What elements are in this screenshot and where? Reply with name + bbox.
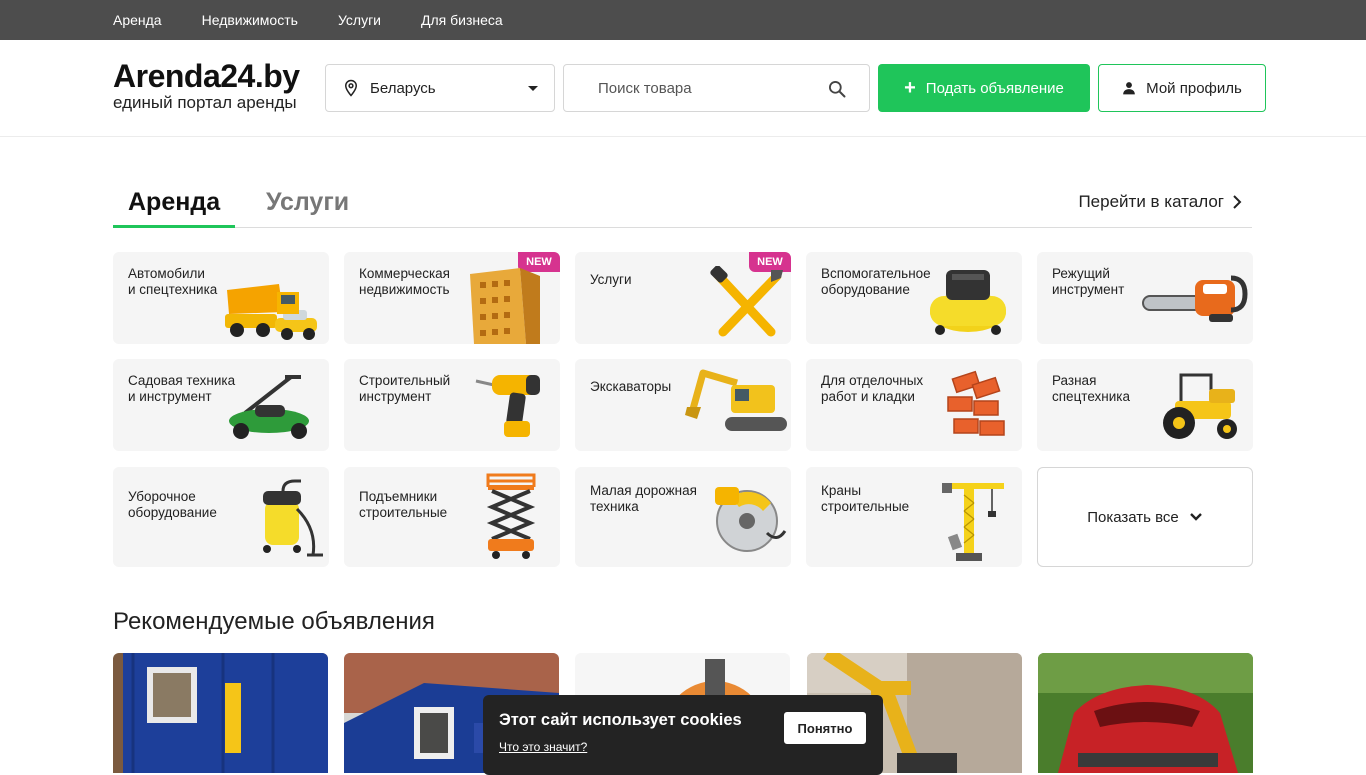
scissor-lift-icon: [486, 473, 536, 559]
category-card-vehicles[interactable]: Автомобили и спецтехника: [113, 252, 329, 344]
category-label: Строительный инструмент: [359, 373, 451, 404]
category-card-cleaning-equipment[interactable]: Уборочное оборудование: [113, 467, 329, 567]
category-label: Разная спецтехника: [1052, 373, 1131, 404]
lawn-mower-icon: [229, 375, 309, 439]
catalog-link-label: Перейти в каталог: [1078, 192, 1224, 211]
listing-card[interactable]: [1038, 653, 1253, 773]
category-card-construction-tools[interactable]: Строительный инструмент: [344, 359, 560, 451]
catalog-link[interactable]: Перейти в каталог: [1078, 192, 1242, 212]
category-tabs: Аренда Услуги Перейти в каталог: [113, 180, 1252, 228]
search-icon[interactable]: [827, 79, 847, 99]
topnav-link-rent[interactable]: Аренда: [113, 12, 162, 28]
category-label: Услуги: [590, 272, 632, 287]
category-card-garden-equipment[interactable]: Садовая техника и инструмент: [113, 359, 329, 451]
road-saw-icon: [715, 487, 787, 552]
category-card-construction-cranes[interactable]: Краны строительные: [806, 467, 1022, 567]
building-icon: [470, 268, 540, 344]
category-label: Для отделочных работ и кладки: [821, 373, 924, 404]
category-label: Подъемники строительные: [359, 489, 448, 520]
tab-rent[interactable]: Аренда: [113, 180, 236, 228]
cookie-text: Этот сайт использует cookies: [499, 711, 742, 729]
hammer-wrench-icon: [710, 266, 783, 337]
excavator-icon: [685, 369, 787, 431]
site-logo[interactable]: Arenda24.by единый портал аренды: [113, 59, 300, 113]
post-ad-button[interactable]: + Подать объявление: [878, 64, 1090, 112]
category-card-finishing-works[interactable]: Для отделочных работ и кладки: [806, 359, 1022, 451]
show-all-categories-button[interactable]: Показать все: [1037, 467, 1253, 567]
logo-tagline: единый портал аренды: [113, 93, 297, 112]
topnav-link-services[interactable]: Услуги: [338, 12, 381, 28]
listing-photo: [1038, 653, 1253, 773]
show-all-label: Показать все: [1087, 508, 1179, 526]
chainsaw-icon: [1142, 275, 1248, 322]
post-ad-label: Подать объявление: [925, 79, 1064, 97]
site-header: Arenda24.by единый портал аренды Беларус…: [0, 40, 1366, 137]
category-card-cutting-tools[interactable]: Режущий инструмент: [1037, 252, 1253, 344]
drill-icon: [475, 375, 540, 437]
category-card-small-road-machinery[interactable]: Малая дорожная техника: [575, 467, 791, 567]
location-pin-icon: [344, 79, 358, 97]
recommended-title: Рекомендуемые объявления: [113, 608, 435, 635]
my-profile-button[interactable]: Мой профиль: [1098, 64, 1266, 112]
compressor-icon: [930, 270, 1006, 335]
category-card-auxiliary-equipment[interactable]: Вспомогательное оборудование: [806, 252, 1022, 344]
region-select[interactable]: Беларусь: [325, 64, 555, 112]
user-icon: [1123, 82, 1136, 95]
category-card-construction-lifts[interactable]: Подъемники строительные: [344, 467, 560, 567]
search-input[interactable]: [564, 79, 814, 97]
dump-truck-icon: [225, 284, 317, 340]
tab-services[interactable]: Услуги: [251, 180, 364, 228]
category-card-misc-machinery[interactable]: Разная спецтехника: [1037, 359, 1253, 451]
listing-photo: [113, 653, 328, 773]
logo-name: Arenda24.by: [113, 58, 300, 94]
category-card-excavators[interactable]: Экскаваторы: [575, 359, 791, 451]
my-profile-label: Мой профиль: [1146, 79, 1242, 97]
category-label: Малая дорожная техника: [590, 483, 697, 514]
chevron-down-icon: [528, 85, 538, 91]
vacuum-cleaner-icon: [263, 479, 323, 557]
category-label: Краны строительные: [821, 483, 910, 514]
cookie-info-link[interactable]: Что это значит?: [499, 740, 587, 754]
plus-icon: +: [904, 77, 916, 99]
category-card-commercial-realty[interactable]: Коммерческая недвижимость NEW: [344, 252, 560, 344]
top-navigation: Аренда Недвижимость Услуги Для бизнеса: [0, 0, 1366, 40]
category-label: Коммерческая недвижимость: [359, 266, 450, 297]
search-box: [563, 64, 870, 112]
crane-icon: [942, 483, 1004, 561]
region-value: Беларусь: [370, 79, 436, 97]
topnav-link-business[interactable]: Для бизнеса: [421, 12, 503, 28]
category-card-services[interactable]: Услуги NEW: [575, 252, 791, 344]
topnav-link-realty[interactable]: Недвижимость: [202, 12, 298, 28]
bricks-icon: [947, 370, 1005, 436]
tractor-icon: [1163, 373, 1237, 439]
listing-card[interactable]: [113, 653, 328, 773]
category-label: Уборочное оборудование: [128, 489, 217, 520]
cookie-banner: Этот сайт использует cookies Что это зна…: [483, 695, 883, 775]
cookie-accept-button[interactable]: Понятно: [783, 711, 867, 745]
chevron-right-icon: [1233, 195, 1242, 209]
chevron-down-icon: [1189, 513, 1202, 521]
